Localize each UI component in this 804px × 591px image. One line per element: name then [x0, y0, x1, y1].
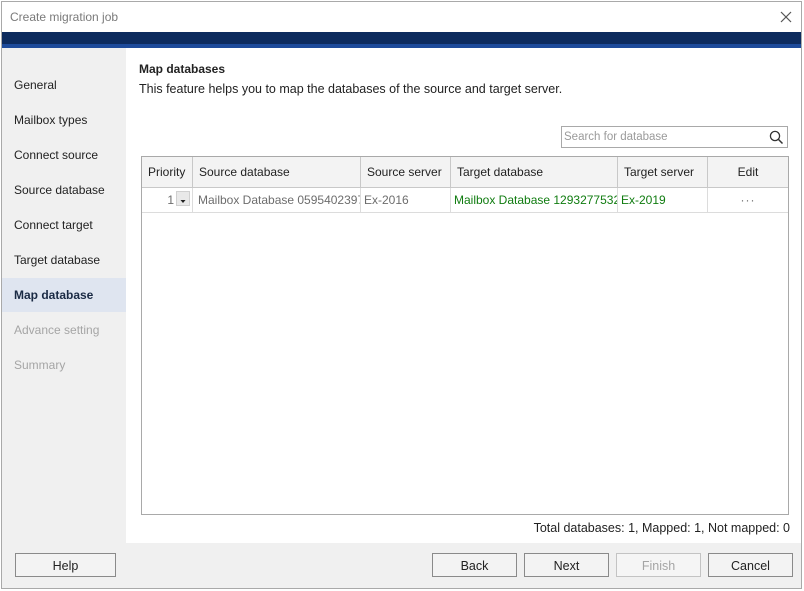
column-header-edit[interactable]: Edit — [708, 157, 788, 187]
column-header-priority[interactable]: Priority — [142, 157, 193, 187]
page-description: This feature helps you to map the databa… — [139, 82, 563, 96]
search-box[interactable] — [561, 126, 788, 148]
cancel-button[interactable]: Cancel — [708, 553, 793, 577]
window-title: Create migration job — [10, 10, 119, 24]
sidebar-item-source-database[interactable]: Source database — [2, 173, 126, 207]
sidebar-item-mailbox-types[interactable]: Mailbox types — [2, 103, 126, 137]
main-panel: Map databases This feature helps you to … — [126, 48, 801, 543]
sidebar-item-summary: Summary — [14, 358, 66, 372]
column-header-source-database[interactable]: Source database — [193, 157, 361, 187]
database-mapping-table: Priority Source database Source server T… — [141, 156, 789, 515]
title-bar: Create migration job — [2, 2, 801, 32]
sidebar-item-connect-source[interactable]: Connect source — [2, 138, 126, 172]
mapping-summary: Total databases: 1, Mapped: 1, Not mappe… — [533, 521, 790, 535]
page-title: Map databases — [139, 62, 226, 76]
wizard-sidebar: General Mailbox types Connect source Sou… — [2, 48, 126, 543]
sidebar-item-advance-setting: Advance setting — [14, 323, 100, 337]
close-icon[interactable] — [775, 6, 797, 28]
sidebar-item-connect-target[interactable]: Connect target — [2, 208, 126, 242]
target-database-cell: Mailbox Database 1293277532 — [451, 188, 618, 212]
source-server-cell: Ex-2016 — [361, 188, 451, 212]
back-button[interactable]: Back — [432, 553, 517, 577]
column-header-source-server[interactable]: Source server — [361, 157, 451, 187]
target-server-cell: Ex-2019 — [618, 188, 708, 212]
priority-cell[interactable]: 1 — [142, 188, 193, 212]
column-header-target-database[interactable]: Target database — [451, 157, 618, 187]
sidebar-item-target-database[interactable]: Target database — [2, 243, 126, 277]
help-button[interactable]: Help — [15, 553, 116, 577]
next-button[interactable]: Next — [524, 553, 609, 577]
source-database-cell: Mailbox Database 0595402397 — [193, 188, 361, 212]
sidebar-item-general[interactable]: General — [2, 68, 126, 102]
priority-dropdown[interactable] — [176, 191, 190, 206]
priority-value: 1 — [167, 193, 174, 207]
migration-dialog: Create migration job General Mailbox typ… — [1, 1, 802, 589]
sidebar-item-map-database[interactable]: Map database — [2, 278, 126, 312]
chevron-down-icon — [180, 200, 186, 203]
search-icon[interactable] — [769, 130, 784, 145]
search-input[interactable] — [564, 129, 759, 145]
table-row[interactable]: 1 Mailbox Database 0595402397 Ex-2016 Ma… — [142, 188, 788, 213]
column-header-target-server[interactable]: Target server — [618, 157, 708, 187]
edit-more-icon[interactable]: ··· — [708, 188, 788, 212]
finish-button: Finish — [616, 553, 701, 577]
table-header: Priority Source database Source server T… — [142, 157, 788, 188]
dialog-footer: Help Back Next Finish Cancel — [2, 543, 801, 588]
